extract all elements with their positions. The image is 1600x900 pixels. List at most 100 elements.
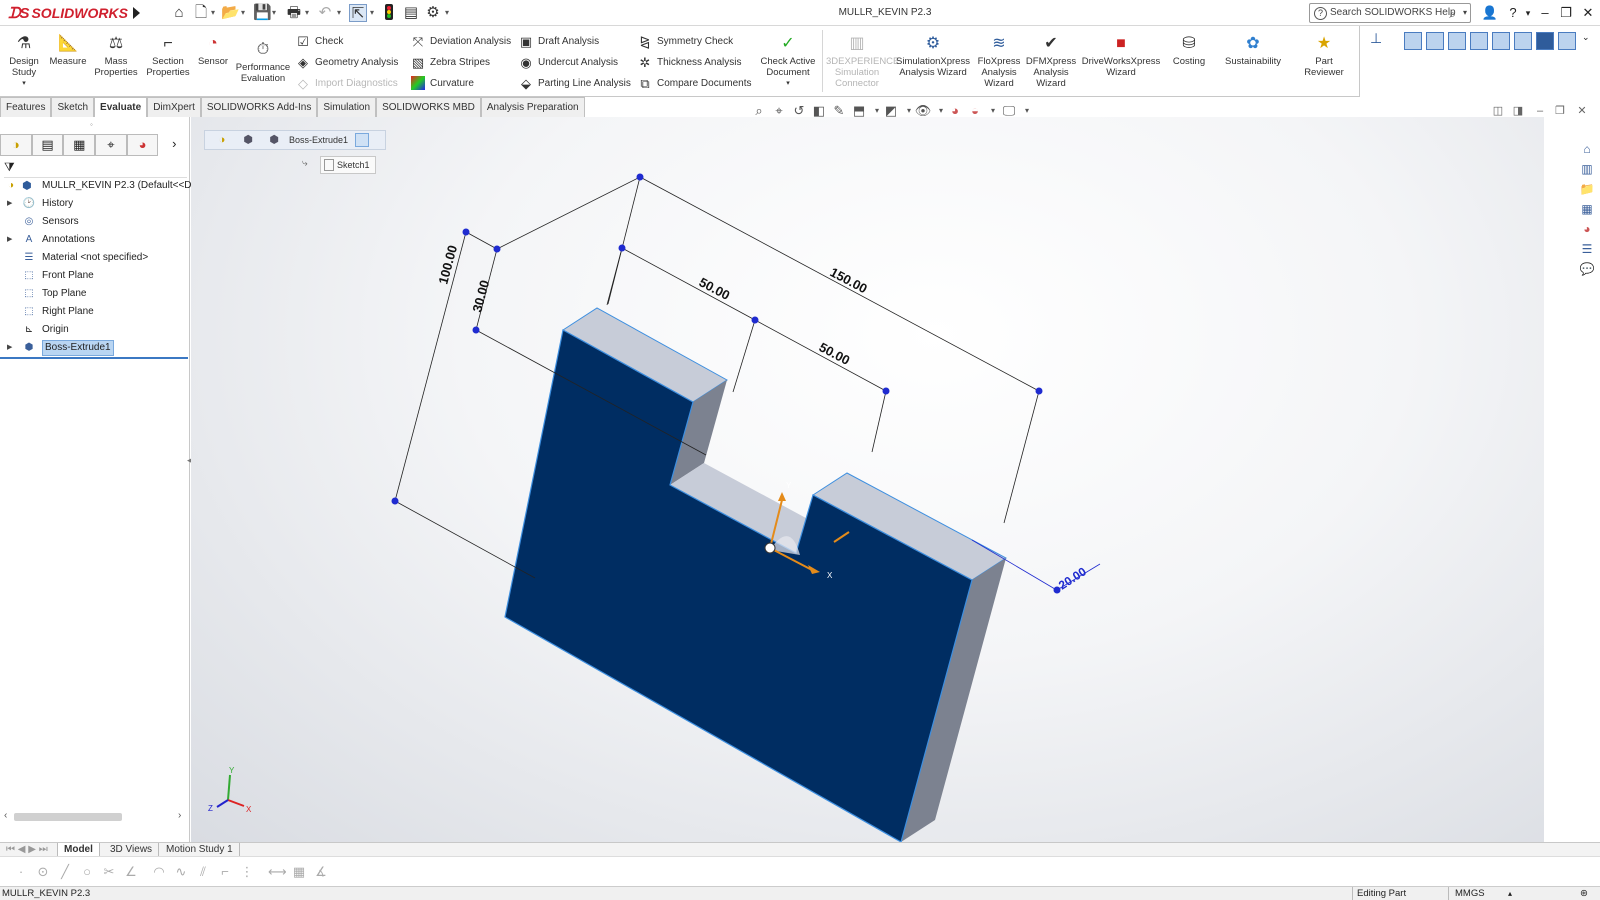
dim-point[interactable]	[882, 387, 890, 395]
tree-item-annotations[interactable]: ▶ A Annotations	[0, 231, 190, 249]
edit-appearance-icon[interactable]: ◕	[946, 102, 964, 120]
units-dropdown-icon[interactable]: ▴	[1508, 887, 1512, 900]
display-style-icon[interactable]: ◩	[882, 102, 900, 120]
dim-point[interactable]	[636, 173, 644, 181]
dimxpertmanager-tab-icon[interactable]: ⌖	[95, 134, 127, 156]
tab-model[interactable]: Model	[58, 843, 100, 857]
minimize-window-icon[interactable]: –	[1535, 3, 1555, 23]
line-icon[interactable]: ╱	[56, 863, 74, 881]
breadcrumb-face-icon[interactable]	[355, 133, 369, 147]
viewport-tile2-icon[interactable]: ◨	[1510, 104, 1526, 118]
top-view-icon[interactable]	[1492, 32, 1510, 50]
expand-arrow-icon[interactable]: ▶	[7, 231, 12, 249]
displaymanager-tab-icon[interactable]: ◕	[126, 134, 159, 156]
dim-point[interactable]	[1035, 387, 1043, 395]
linear-dimension-icon[interactable]: ⟷	[268, 863, 287, 881]
geometry-analysis-button[interactable]: ◈ Geometry Analysis	[295, 53, 398, 73]
tab-solidworks-mbd[interactable]: SOLIDWORKS MBD	[376, 97, 481, 117]
deviation-analysis-button[interactable]: ⤧ Deviation Analysis	[410, 32, 511, 52]
breadcrumb-feature-icon[interactable]: ⬢	[267, 133, 281, 147]
measure-button[interactable]: 📐 Measure	[47, 34, 89, 67]
tab-evaluate[interactable]: Evaluate	[94, 97, 148, 117]
curvature-button[interactable]: Curvature	[410, 74, 474, 94]
zoom-to-area-icon[interactable]: ⌖	[770, 102, 788, 120]
dim-point[interactable]	[493, 245, 501, 253]
sensor-button[interactable]: ◔ Sensor	[196, 34, 230, 67]
select-dropdown-icon[interactable]: ▾	[370, 4, 374, 22]
centerline-icon[interactable]: ∠	[122, 863, 140, 881]
tab-3d-views[interactable]: 3D Views	[104, 843, 160, 857]
import-diagnostics-button[interactable]: ◇ Import Diagnostics	[295, 74, 398, 94]
configurationmanager-tab-icon[interactable]: ▦	[63, 134, 96, 156]
zebra-stripes-button[interactable]: ▧ Zebra Stripes	[410, 53, 490, 73]
costing-button[interactable]: ⛁ Costing	[1165, 34, 1213, 67]
menu-expand-arrow-icon[interactable]	[129, 4, 143, 22]
check-active-dropdown-icon[interactable]: ▾	[756, 78, 820, 89]
sustainability-button[interactable]: ✿ Sustainability	[1218, 34, 1288, 67]
dim-20[interactable]: 20.00	[1056, 564, 1089, 592]
dim-point[interactable]	[472, 326, 480, 334]
simulationxpress-button[interactable]: ⚙ SimulationXpress Analysis Wizard	[894, 34, 972, 78]
previous-view-icon[interactable]: ↺	[790, 102, 808, 120]
solidworks-logo[interactable]: ᗪS SOLIDWORKS	[8, 2, 128, 24]
traffic-light-icon[interactable]	[382, 4, 396, 22]
undo-icon[interactable]: ↶	[316, 4, 334, 22]
tab-dimxpert[interactable]: DimXpert	[147, 97, 201, 117]
view-settings-dropdown-icon[interactable]: ▾	[1018, 102, 1036, 120]
tree-item-top-plane[interactable]: ⬚ Top Plane	[0, 285, 190, 303]
mirror-icon[interactable]: ⋮	[238, 863, 256, 881]
right-view-icon[interactable]	[1470, 32, 1488, 50]
featuremanager-tab-icon[interactable]: ◑	[0, 134, 32, 156]
undo-dropdown-icon[interactable]: ▾	[337, 4, 341, 22]
dim-point[interactable]	[618, 244, 626, 252]
dim-point[interactable]	[462, 228, 470, 236]
grid-icon[interactable]: ▦	[290, 863, 308, 881]
select-cursor-icon[interactable]: ⇱	[349, 4, 367, 22]
draft-analysis-button[interactable]: ▣ Draft Analysis	[518, 32, 599, 52]
dynamic-annotation-icon[interactable]: ✎	[830, 102, 848, 120]
model-canvas[interactable]: 100.00 30.00 50.00 150.00 50.00 20.00 Y …	[191, 117, 1544, 842]
viewport-minimize-icon[interactable]: –	[1532, 104, 1548, 118]
dim-point[interactable]	[751, 316, 759, 324]
scroll-thumb[interactable]	[14, 813, 122, 821]
offset-icon[interactable]: ⫽	[194, 863, 212, 881]
view-settings-icon[interactable]: 🖵	[1000, 102, 1018, 120]
appearances-icon[interactable]: ◕	[1577, 220, 1597, 238]
tab-analysis-preparation[interactable]: Analysis Preparation	[480, 97, 585, 117]
views-expand-icon[interactable]: ⌄	[1582, 32, 1590, 43]
tree-item-right-plane[interactable]: ⬚ Right Plane	[0, 303, 190, 321]
3dexperience-connector-button[interactable]: ▥ 3DEXPERIENCE Simulation Connector	[826, 34, 899, 89]
custom-properties-icon[interactable]: ☰	[1577, 240, 1597, 258]
search-dropdown-icon[interactable]: ▾	[1463, 4, 1467, 22]
point-icon[interactable]: ·	[12, 863, 30, 881]
tab-sketch[interactable]: Sketch	[51, 97, 95, 117]
dfmxpress-button[interactable]: ✔ DFMXpress Analysis Wizard	[1025, 34, 1077, 89]
open-folder-icon[interactable]: 📂	[221, 4, 240, 22]
dim-100[interactable]: 100.00	[435, 243, 460, 285]
thickness-analysis-button[interactable]: ✲ Thickness Analysis	[637, 53, 742, 73]
forum-icon[interactable]: 💬	[1577, 260, 1597, 278]
tree-item-origin[interactable]: ⊾ Origin	[0, 321, 190, 339]
arc-icon[interactable]: ◠	[150, 863, 168, 881]
apply-scene-icon[interactable]: ◒	[966, 102, 984, 120]
view-palette-icon[interactable]: ▦	[1577, 200, 1597, 218]
design-library-icon[interactable]: ▥	[1577, 160, 1597, 178]
save-icon[interactable]: 💾	[253, 4, 272, 22]
design-study-button[interactable]: ⚗ Design Study ▾	[4, 34, 44, 89]
print-dropdown-icon[interactable]: ▾	[305, 4, 309, 22]
rollback-bar[interactable]	[0, 357, 188, 359]
circle-center-icon[interactable]: ⊙	[34, 863, 52, 881]
tab-scroll-arrows-icon[interactable]: ⏮ ◀ ▶ ⏭	[0, 843, 58, 857]
design-study-dropdown-icon[interactable]: ▾	[4, 78, 44, 89]
view-orientation-icon[interactable]: ⬒	[850, 102, 868, 120]
tree-item-history[interactable]: ▶ 🕑 History	[0, 195, 190, 213]
options-dropdown-icon[interactable]: ▾	[445, 4, 449, 22]
check-active-document-button[interactable]: ✓ Check Active Document ▾	[756, 34, 820, 89]
tree-root-part[interactable]: ◑ ⬢ MULLR_KEVIN P2.3 (Default<<De	[0, 177, 197, 195]
section-view-icon[interactable]: ◧	[810, 102, 828, 120]
scroll-right-icon[interactable]: ›	[178, 810, 181, 821]
back-view-icon[interactable]	[1426, 32, 1444, 50]
viewport-tile-icon[interactable]: ◫	[1490, 104, 1506, 118]
print-icon[interactable]: 🖶	[285, 4, 303, 22]
file-properties-icon[interactable]: ▤	[402, 4, 420, 22]
